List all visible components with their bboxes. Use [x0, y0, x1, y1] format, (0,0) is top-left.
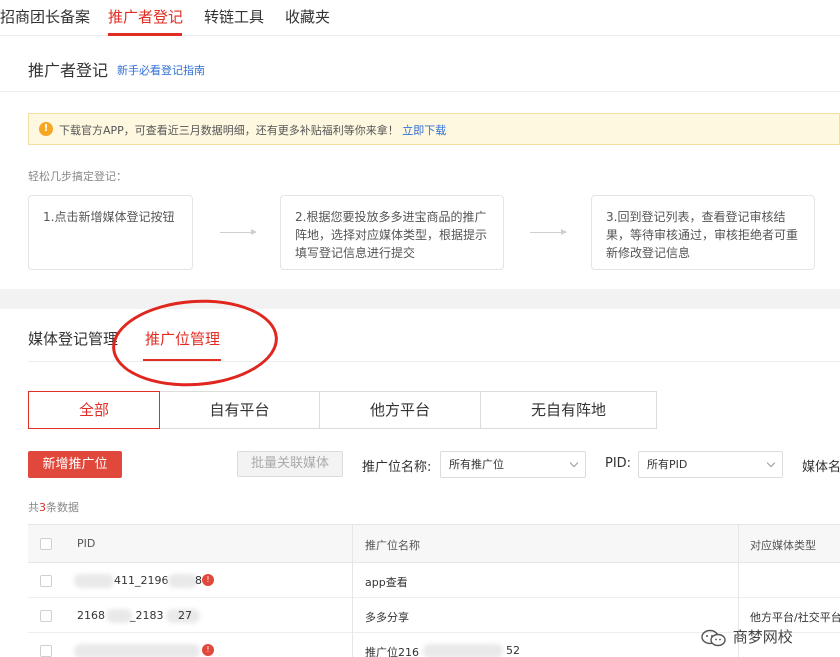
select-all-checkbox[interactable]	[40, 538, 52, 550]
add-ad-slot-button[interactable]: 新增推广位	[28, 451, 122, 478]
notice-bar: ! 下载官方APP，可查看近三月数据明细，还有更多补贴福利等你来拿！ 立即下载	[28, 113, 840, 145]
segment-own-platform[interactable]: 自有平台	[159, 391, 320, 429]
count-number: 3	[39, 501, 46, 514]
registration-guide-link[interactable]: 新手必看登记指南	[117, 62, 205, 78]
row-checkbox[interactable]	[40, 645, 52, 657]
step-text: 3.回到登记列表，查看登记审核结果，等待审核通过，审核拒绝者可重新修改登记信息	[606, 210, 799, 260]
row-checkbox[interactable]	[40, 610, 52, 622]
step-text: 1.点击新增媒体登记按钮	[43, 210, 175, 224]
warning-icon: !	[39, 122, 53, 136]
ad-slot-name-select-value: 所有推广位	[449, 458, 504, 471]
column-header-pid: PID	[77, 537, 96, 550]
redacted-area	[74, 574, 114, 588]
arrow-right-icon	[530, 229, 567, 235]
redacted-area	[423, 644, 503, 657]
segment-third-party-platform[interactable]: 他方平台	[319, 391, 481, 429]
column-header-ad-slot-name: 推广位名称	[365, 539, 420, 552]
active-tab-indicator	[108, 33, 182, 36]
page-title: 推广者登记	[28, 61, 109, 80]
pid-select-value: 所有PID	[647, 458, 688, 471]
ad-slot-name-select[interactable]: 所有推广位	[440, 451, 586, 478]
segment-all[interactable]: 全部	[28, 391, 160, 429]
column-divider	[352, 525, 353, 657]
redacted-area	[168, 574, 198, 588]
ad-slot-name-filter-label: 推广位名称:	[362, 460, 432, 475]
tab-promoter-registration[interactable]: 推广者登记	[108, 6, 183, 27]
step-card-3: 3.回到登记列表，查看登记审核结果，等待审核通过，审核拒绝者可重新修改登记信息	[591, 195, 815, 270]
tab-favorites[interactable]: 收藏夹	[285, 6, 330, 27]
steps-label: 轻松几步搞定登记：	[28, 170, 127, 183]
section-separator	[0, 289, 840, 309]
tab-merchant-leader-record[interactable]: 招商团长备案	[0, 6, 90, 27]
top-nav: 招商团长备案 推广者登记 转链工具 收藏夹	[0, 0, 840, 36]
media-filter-label: 媒体名	[802, 460, 840, 475]
column-header-media-type: 对应媒体类型	[750, 539, 816, 552]
tab-link-tool[interactable]: 转链工具	[204, 6, 264, 27]
download-now-link[interactable]: 立即下载	[402, 124, 446, 137]
ad-slot-name-cell-end: 52	[506, 644, 520, 657]
wechat-icon	[701, 629, 726, 646]
step-text: 2.根据您要投放多多进宝商品的推广阵地，选择对应媒体类型，根据提示填写登记信息进…	[295, 210, 488, 260]
count-prefix: 共	[28, 501, 39, 514]
pid-cell-mid: _2183	[130, 609, 164, 622]
step-card-1: 1.点击新增媒体登记按钮	[28, 195, 193, 270]
table-row[interactable]: 411_2196 8 ! app查看	[28, 564, 840, 598]
chevron-down-icon	[569, 458, 579, 468]
pid-filter-label: PID:	[605, 456, 632, 471]
table-header: PID 推广位名称 对应媒体类型	[28, 525, 840, 563]
arrow-right-icon	[220, 229, 257, 235]
pid-select[interactable]: 所有PID	[638, 451, 783, 478]
section-header: 推广者登记 新手必看登记指南	[0, 37, 840, 92]
count-suffix: 条数据	[46, 501, 79, 514]
ad-slot-name-cell: 多多分享	[365, 611, 409, 624]
batch-link-media-button[interactable]: 批量关联媒体	[237, 451, 343, 477]
pid-cell-end: 27	[178, 609, 192, 622]
watermark-text: 商梦网校	[732, 628, 793, 646]
redacted-area	[74, 644, 200, 657]
tab-media-registration-management[interactable]: 媒体登记管理	[28, 328, 118, 349]
alert-badge-icon: !	[202, 644, 214, 656]
redacted-area	[106, 609, 132, 623]
pid-cell-end: 8	[195, 574, 202, 587]
segment-no-own-position[interactable]: 无自有阵地	[480, 391, 657, 429]
pid-cell: 2168	[77, 609, 105, 622]
media-type-cell: 他方平台/社交平台	[750, 611, 840, 624]
notice-text: 下载官方APP，可查看近三月数据明细，还有更多补贴福利等你来拿！ 立即下载	[59, 122, 446, 138]
row-checkbox[interactable]	[40, 575, 52, 587]
step-card-2: 2.根据您要投放多多进宝商品的推广阵地，选择对应媒体类型，根据提示填写登记信息进…	[280, 195, 504, 270]
ad-slot-name-cell: 推广位216	[365, 646, 419, 657]
chevron-down-icon	[766, 458, 776, 468]
watermark: 商梦网校	[700, 626, 793, 650]
alert-badge-icon: !	[202, 574, 214, 586]
record-count: 共3条数据	[28, 499, 79, 515]
ad-slot-name-cell: app查看	[365, 576, 408, 589]
pid-cell: 411_2196	[114, 574, 169, 587]
notice-message: 下载官方APP，可查看近三月数据明细，还有更多补贴福利等你来拿！	[59, 124, 399, 137]
